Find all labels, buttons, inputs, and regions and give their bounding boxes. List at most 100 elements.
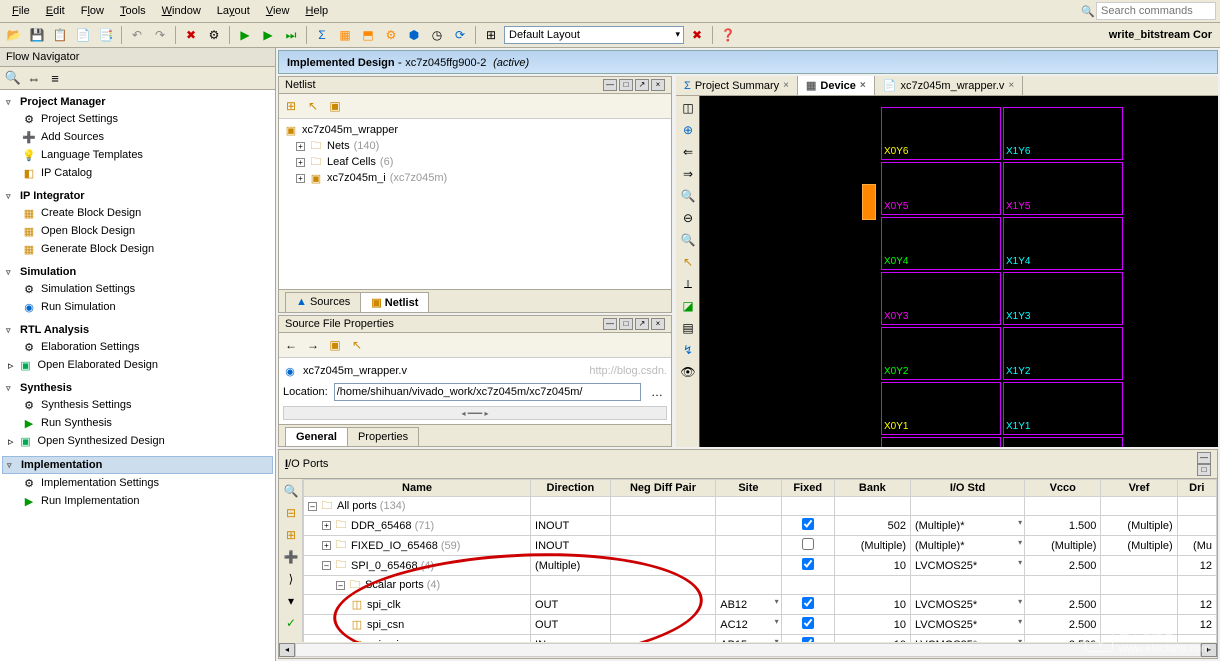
max-icon[interactable]: □ <box>619 79 633 91</box>
tab-sources[interactable]: ▲ Sources <box>285 292 361 312</box>
nav-run-synth[interactable]: ▶Run Synthesis <box>2 414 273 432</box>
run-step-icon[interactable]: ⏭ <box>281 25 301 45</box>
netlist-nets[interactable]: +🗀Nets (140) <box>282 138 668 154</box>
command-search[interactable]: 🔍 <box>1080 2 1216 20</box>
nav-impl-settings[interactable]: ⚙Implementation Settings <box>2 474 273 492</box>
netlist-inst[interactable]: +▣xc7z045m_i (xc7z045m) <box>282 170 668 186</box>
doc-icon[interactable]: ▣ <box>325 96 345 116</box>
netlist-leafcells[interactable]: +🗀Leaf Cells (6) <box>282 154 668 170</box>
add-icon[interactable]: ➕ <box>281 547 301 567</box>
io-icon[interactable]: ⬒ <box>358 25 378 45</box>
netlist-tree[interactable]: ▣xc7z045m_wrapper +🗀Nets (140) +🗀Leaf Ce… <box>279 119 671 289</box>
prev-icon[interactable]: ⇐ <box>678 142 698 162</box>
nav-rtl-analysis[interactable]: ▿RTL Analysis <box>2 322 273 338</box>
min-icon[interactable]: — <box>1197 452 1211 464</box>
undo-icon[interactable]: ↶ <box>127 25 147 45</box>
cursor-icon[interactable]: ↖ <box>347 335 367 355</box>
menu-flow[interactable]: Flow <box>73 2 112 20</box>
nav-implementation[interactable]: ▿Implementation <box>2 456 273 474</box>
menu-tools[interactable]: Tools <box>112 2 154 20</box>
menu-edit[interactable]: Edit <box>38 2 73 20</box>
fpga-region[interactable]: X0Y5 <box>881 162 1001 215</box>
fpga-region[interactable]: X1Y3 <box>1003 272 1123 325</box>
fixed-checkbox[interactable] <box>802 558 814 570</box>
table-row[interactable]: ◫spi_clkOUTAB1210LVCMOS25*2.50012 <box>304 595 1217 615</box>
fixed-checkbox[interactable] <box>802 538 814 550</box>
clock-icon[interactable]: ◷ <box>427 25 447 45</box>
horizontal-scrollbar[interactable]: ◂▸ <box>279 642 1217 658</box>
fpga-region[interactable]: X0Y2 <box>881 327 1001 380</box>
nav-ip-catalog[interactable]: ◧IP Catalog <box>2 164 273 182</box>
nav-open-block[interactable]: ▦Open Block Design <box>2 222 273 240</box>
fixed-checkbox[interactable] <box>802 637 814 642</box>
nav-synthesis[interactable]: ▿Synthesis <box>2 380 273 396</box>
min-icon[interactable]: — <box>603 79 617 91</box>
open-icon[interactable]: 📂 <box>4 25 24 45</box>
max-icon[interactable]: □ <box>619 318 633 330</box>
layers-icon[interactable]: ▤ <box>678 318 698 338</box>
run-synth-icon[interactable]: ▶ <box>235 25 255 45</box>
tab-device[interactable]: ▦Device× <box>798 76 875 95</box>
doc-icon[interactable]: 📑 <box>96 25 116 45</box>
scroll-left-icon[interactable]: ◂ <box>279 643 295 657</box>
search-icon[interactable]: 🔍 <box>281 481 301 501</box>
cursor-icon[interactable]: ↖ <box>678 252 698 272</box>
close-icon[interactable]: × <box>651 79 665 91</box>
sigma-icon[interactable]: Σ <box>312 25 332 45</box>
schematic-icon[interactable]: ⟩ <box>281 569 301 589</box>
nav-open-elab[interactable]: ▹▣Open Elaborated Design <box>2 356 273 374</box>
filter-icon[interactable]: ▾ <box>281 591 301 611</box>
nav-create-block[interactable]: ▦Create Block Design <box>2 204 273 222</box>
browse-icon[interactable]: … <box>647 382 667 402</box>
expand-icon[interactable]: ⇔ <box>25 69 43 87</box>
expand-icon[interactable]: – <box>322 561 331 570</box>
table-row[interactable]: ◫spi_misoINAB1510LVCMOS25*2.500 <box>304 635 1217 643</box>
nav-ip-integrator[interactable]: ▿IP Integrator <box>2 188 273 204</box>
cancel-icon[interactable]: ✖ <box>181 25 201 45</box>
fpga-region[interactable]: X1Y0 <box>1003 437 1123 447</box>
close-icon[interactable]: × <box>860 80 866 91</box>
fpga-region[interactable]: X0Y0 <box>881 437 1001 447</box>
zoom-area-icon[interactable]: 🔍 <box>678 230 698 250</box>
menu-window[interactable]: Window <box>154 2 209 20</box>
nav-sim-settings[interactable]: ⚙Simulation Settings <box>2 280 273 298</box>
nav-gen-block[interactable]: ▦Generate Block Design <box>2 240 273 258</box>
help-icon[interactable]: ❓ <box>718 25 738 45</box>
column-header[interactable]: I/O Std <box>910 480 1024 497</box>
expand-icon[interactable]: + <box>322 521 331 530</box>
nav-run-sim[interactable]: ◉Run Simulation <box>2 298 273 316</box>
fpga-region[interactable]: X1Y1 <box>1003 382 1123 435</box>
mark-icon[interactable]: ▣ <box>325 335 345 355</box>
nav-add-sources[interactable]: ➕Add Sources <box>2 128 273 146</box>
table-row[interactable]: +🗀FIXED_IO_65468 (59)INOUT(Multiple)(Mul… <box>304 536 1217 556</box>
fpga-region[interactable]: X1Y6 <box>1003 107 1123 160</box>
menu-file[interactable]: File <box>4 2 38 20</box>
fixed-checkbox[interactable] <box>802 518 814 530</box>
io-ports-table[interactable]: NameDirectionNeg Diff PairSiteFixedBankI… <box>303 479 1217 642</box>
expand-icon[interactable]: – <box>336 581 345 590</box>
column-header[interactable]: Direction <box>531 480 611 497</box>
column-header[interactable]: Bank <box>834 480 910 497</box>
next-icon[interactable]: ⇒ <box>678 164 698 184</box>
expand-icon[interactable]: + <box>296 142 305 151</box>
menu-layout[interactable]: Layout <box>209 2 258 20</box>
fixed-checkbox[interactable] <box>802 617 814 629</box>
expand-icon[interactable]: ⊞ <box>281 525 301 545</box>
float-icon[interactable]: ↗ <box>635 318 649 330</box>
nav-project-manager[interactable]: ▿Project Manager <box>2 94 273 110</box>
fpga-region[interactable]: X0Y3 <box>881 272 1001 325</box>
gear2-icon[interactable]: ⚙ <box>381 25 401 45</box>
fpga-region[interactable]: X1Y5 <box>1003 162 1123 215</box>
fpga-region[interactable]: X0Y6 <box>881 107 1001 160</box>
save-icon[interactable]: 💾 <box>27 25 47 45</box>
nav-elab-settings[interactable]: ⚙Elaboration Settings <box>2 338 273 356</box>
scrollbar-icon[interactable]: ◂ ━━━ ▸ <box>283 406 667 420</box>
zoom-in-icon[interactable]: ⊕ <box>678 120 698 140</box>
fixed-checkbox[interactable] <box>802 597 814 609</box>
tab-properties[interactable]: Properties <box>347 427 419 446</box>
search-device-icon[interactable]: 👁 <box>678 362 698 382</box>
collapse-icon[interactable]: ⊟ <box>281 503 301 523</box>
pin-icon[interactable]: ⬢ <box>404 25 424 45</box>
location-input[interactable] <box>334 383 641 401</box>
layout-icon[interactable]: ⊞ <box>481 25 501 45</box>
